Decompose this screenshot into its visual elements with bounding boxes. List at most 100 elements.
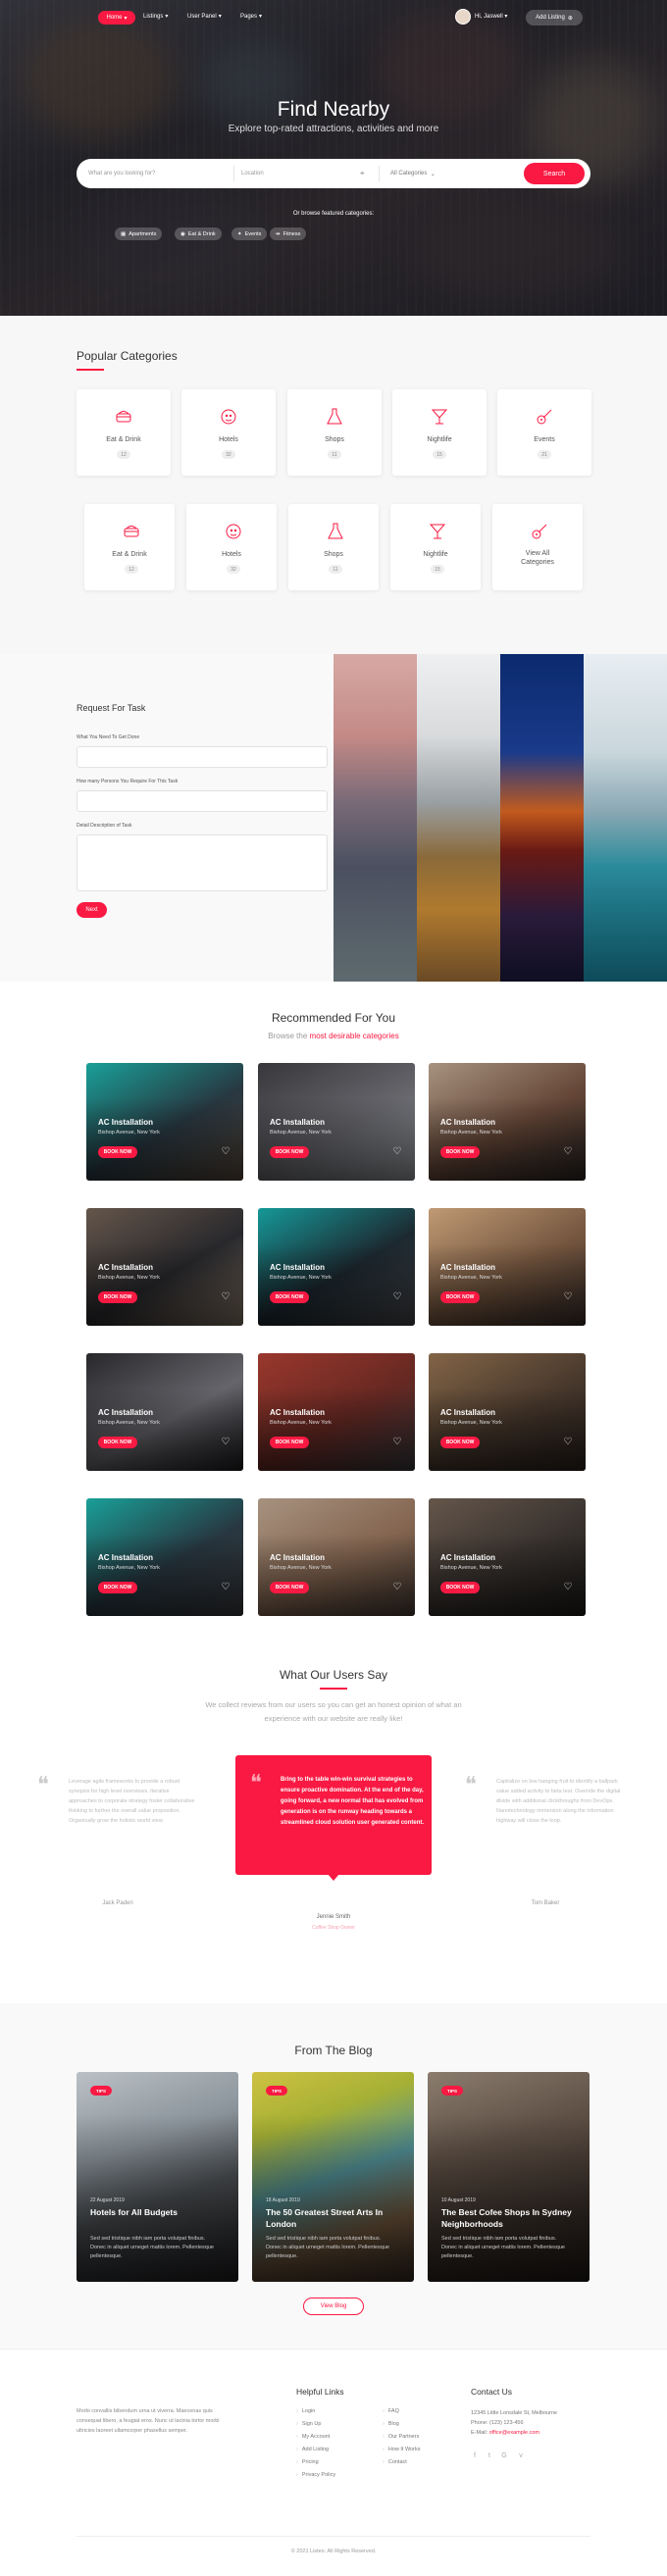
twitter-icon[interactable]: t xyxy=(486,2452,493,2460)
book-now-button[interactable]: BOOK NOW xyxy=(98,1437,137,1448)
card-title: AC Installation xyxy=(440,1408,496,1417)
avatar[interactable] xyxy=(455,9,471,25)
category-card-nightlife[interactable]: Nightlife 15 xyxy=(392,389,487,476)
image-strip-coast xyxy=(584,654,667,982)
category-card-shops[interactable]: Shops 11 xyxy=(287,389,382,476)
description-textarea[interactable] xyxy=(77,834,328,891)
footer-link[interactable]: › My Account xyxy=(296,2434,330,2440)
heart-icon[interactable]: ♡ xyxy=(562,1147,574,1159)
search-button[interactable]: Search xyxy=(524,163,585,184)
chip-events[interactable]: ✦ Events xyxy=(231,227,268,240)
chip-apartments[interactable]: ▦ Apartments xyxy=(115,227,163,240)
card-location: Bishop Avenue, New York xyxy=(98,1275,160,1281)
location-input[interactable]: Location xyxy=(241,159,388,188)
testimonials-title: What Our Users Say xyxy=(279,1668,388,1682)
blog-card-hotels[interactable]: TIPS 22 August 2019 Hotels for All Budge… xyxy=(77,2072,238,2282)
recommended-card[interactable]: AC Installation Bishop Avenue, New York BO… xyxy=(258,1208,415,1326)
recommended-card[interactable]: AC Installation Bishop Avenue, New York BO… xyxy=(86,1498,243,1616)
book-now-button[interactable]: BOOK NOW xyxy=(98,1582,137,1593)
nav-home[interactable]: Home ▾ xyxy=(98,11,135,25)
contact-phone: Phone: (123) 123-456 xyxy=(471,2420,524,2426)
facebook-icon[interactable]: f xyxy=(471,2452,479,2460)
book-now-button[interactable]: BOOK NOW xyxy=(440,1291,480,1303)
blog-card-street-arts[interactable]: TIPS 18 August 2019 The 50 Greatest Stre… xyxy=(252,2072,414,2282)
recommended-card[interactable]: AC Installation Bishop Avenue, New York BO… xyxy=(429,1063,586,1181)
book-now-button[interactable]: BOOK NOW xyxy=(270,1582,309,1593)
card-location: Bishop Avenue, New York xyxy=(270,1275,332,1281)
book-now-button[interactable]: BOOK NOW xyxy=(270,1146,309,1158)
footer-link[interactable]: › Privacy Policy xyxy=(296,2472,335,2478)
category-card-eat-drink-2[interactable]: Eat & Drink 12 xyxy=(84,504,175,590)
footer-link[interactable]: › Blog xyxy=(383,2421,399,2427)
chevron-right-icon: › xyxy=(383,2434,385,2440)
heart-icon[interactable]: ♡ xyxy=(391,1583,403,1594)
recommended-card[interactable]: AC Installation Bishop Avenue, New York BO… xyxy=(429,1208,586,1326)
footer-link[interactable]: › Login xyxy=(296,2408,315,2414)
footer-link[interactable]: › Contact xyxy=(383,2459,407,2465)
request-title: Request For Task xyxy=(77,703,146,713)
chip-eat-drink[interactable]: ◉ Eat & Drink xyxy=(175,227,222,240)
heart-icon[interactable]: ♡ xyxy=(220,1438,231,1449)
search-input[interactable]: What are you looking for? xyxy=(88,159,235,188)
recommended-card[interactable]: AC Installation Bishop Avenue, New York BO… xyxy=(429,1498,586,1616)
recommended-card[interactable]: AC Installation Bishop Avenue, New York BO… xyxy=(258,1498,415,1616)
book-now-button[interactable]: BOOK NOW xyxy=(440,1582,480,1593)
category-card-shops-2[interactable]: Shops 11 xyxy=(288,504,379,590)
book-now-button[interactable]: BOOK NOW xyxy=(270,1437,309,1448)
cocktail-icon xyxy=(431,409,448,425)
heart-icon[interactable]: ♡ xyxy=(220,1292,231,1304)
email-link[interactable]: office@example.com xyxy=(489,2430,539,2436)
book-now-button[interactable]: BOOK NOW xyxy=(440,1146,480,1158)
recommended-card[interactable]: AC Installation Bishop Avenue, New York BO… xyxy=(258,1353,415,1471)
image-strip-skyline xyxy=(334,654,417,982)
add-listing-button[interactable]: Add Listing ⊕ xyxy=(526,10,583,25)
recommended-card[interactable]: AC Installation Bishop Avenue, New York BO… xyxy=(86,1353,243,1471)
nav-pages[interactable]: Pages ▾ xyxy=(240,13,262,21)
card-title: AC Installation xyxy=(270,1118,326,1127)
view-blog-button[interactable]: View Blog xyxy=(303,2298,364,2315)
book-now-button[interactable]: BOOK NOW xyxy=(440,1437,480,1448)
google-plus-icon[interactable]: G xyxy=(500,2452,508,2460)
nav-user-panel[interactable]: User Panel ▾ xyxy=(187,13,222,21)
food-icon: ◉ xyxy=(180,230,185,237)
heart-icon[interactable]: ♡ xyxy=(220,1583,231,1594)
heart-icon[interactable]: ♡ xyxy=(562,1292,574,1304)
footer-link[interactable]: › Add Listing xyxy=(296,2447,329,2452)
vimeo-icon[interactable]: v xyxy=(517,2452,525,2460)
book-now-button[interactable]: BOOK NOW xyxy=(98,1291,137,1303)
book-now-button[interactable]: BOOK NOW xyxy=(98,1146,137,1158)
footer-link[interactable]: › FAQ xyxy=(383,2408,399,2414)
book-now-button[interactable]: BOOK NOW xyxy=(270,1291,309,1303)
heart-icon[interactable]: ♡ xyxy=(391,1292,403,1304)
chip-fitness[interactable]: ⇹ Fitness xyxy=(270,227,307,240)
footer-link[interactable]: › How It Works xyxy=(383,2447,420,2452)
card-title: AC Installation xyxy=(270,1553,326,1562)
recommended-card[interactable]: AC Installation Bishop Avenue, New York BO… xyxy=(86,1208,243,1326)
footer-link[interactable]: › Our Partners xyxy=(383,2434,419,2440)
user-menu[interactable]: Hi, Jaswell ▾ xyxy=(475,13,507,20)
recommended-card[interactable]: AC Installation Bishop Avenue, New York BO… xyxy=(258,1063,415,1181)
category-card-nightlife-2[interactable]: Nightlife 15 xyxy=(390,504,481,590)
heart-icon[interactable]: ♡ xyxy=(391,1438,403,1449)
heart-icon[interactable]: ♡ xyxy=(220,1147,231,1159)
category-select[interactable]: All Categories ⌄ xyxy=(390,159,488,188)
category-card-view-all[interactable]: View All Categories xyxy=(492,504,583,590)
blog-card-coffee-shops[interactable]: TIPS 10 August 2019 The Best Cofee Shops… xyxy=(428,2072,590,2282)
field1-label: What You Need To Get Done xyxy=(77,734,140,740)
category-card-hotels-2[interactable]: Hotels 32 xyxy=(186,504,277,590)
nav-listings[interactable]: Listings ▾ xyxy=(143,13,168,21)
quote-icon: ❝ xyxy=(37,1773,49,1797)
category-card-events[interactable]: Events 21 xyxy=(497,389,591,476)
next-button[interactable]: Next xyxy=(77,902,107,918)
recommended-card[interactable]: AC Installation Bishop Avenue, New York BO… xyxy=(86,1063,243,1181)
heart-icon[interactable]: ♡ xyxy=(562,1583,574,1594)
persons-input[interactable] xyxy=(77,790,328,812)
recommended-card[interactable]: AC Installation Bishop Avenue, New York BO… xyxy=(429,1353,586,1471)
footer-link[interactable]: › Pricing xyxy=(296,2459,319,2465)
heart-icon[interactable]: ♡ xyxy=(391,1147,403,1159)
task-input[interactable] xyxy=(77,746,328,768)
category-card-hotels[interactable]: Hotels 32 xyxy=(181,389,276,476)
category-card-eat-drink[interactable]: Eat & Drink 12 xyxy=(77,389,171,476)
heart-icon[interactable]: ♡ xyxy=(562,1438,574,1449)
footer-link[interactable]: › Sign Up xyxy=(296,2421,321,2427)
